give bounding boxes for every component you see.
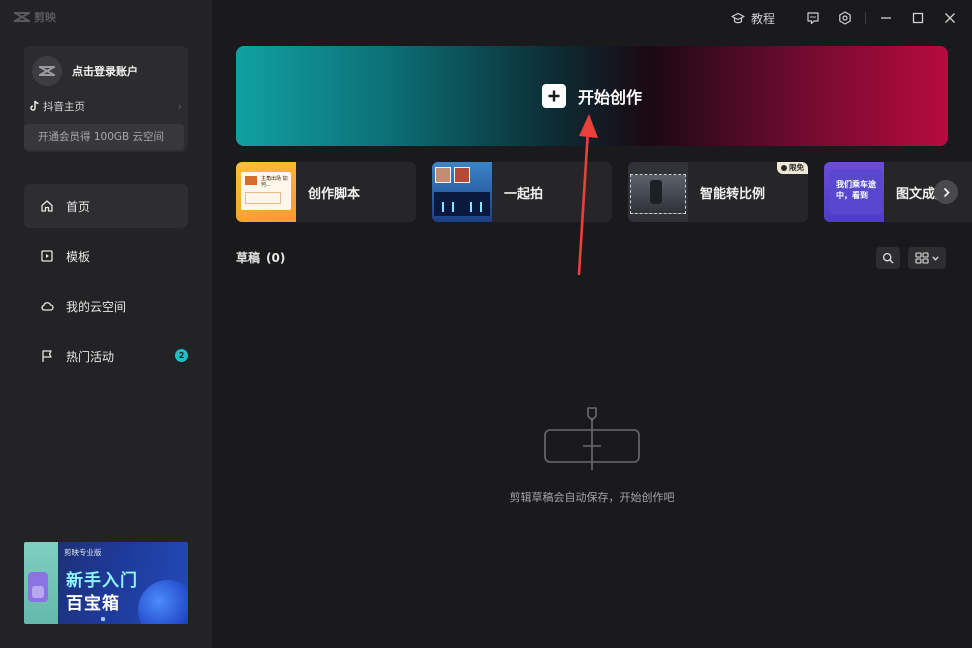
graduation-cap-icon: [731, 12, 745, 23]
douyin-icon: [30, 100, 39, 111]
settings-button[interactable]: [829, 2, 861, 34]
badge-dot-icon: [781, 165, 787, 171]
title-bar: 教程: [731, 0, 972, 36]
promo-side-art: [24, 542, 58, 624]
thumb-light: [480, 202, 482, 212]
thumb-box: [245, 192, 281, 204]
promo-brand: 剪映专业版: [64, 548, 102, 557]
sidebar-nav: 首页 模板 我的云空间 热门活动 2: [24, 184, 188, 384]
thumb-person-2: [454, 167, 470, 183]
douyin-homepage-link[interactable]: 抖音主页 ›: [30, 98, 182, 114]
empty-drafts-illustration: [544, 407, 640, 470]
promo-title-line1: 新手入门: [66, 571, 138, 591]
thumb-caption: 主角出场 如何...: [261, 176, 288, 188]
badge-label: 限免: [789, 163, 804, 172]
start-creation-banner[interactable]: 开始创作: [236, 46, 948, 146]
home-icon: [41, 200, 53, 212]
membership-promo[interactable]: 开通会员得 100GB 云空间: [24, 124, 184, 150]
promo-block-small: [32, 586, 44, 598]
sidebar-item-cloud[interactable]: 我的云空间: [24, 284, 188, 328]
cloud-icon: [41, 302, 54, 311]
tools-scroll-right-button[interactable]: [934, 180, 958, 204]
capcut-avatar-icon: [39, 66, 55, 76]
sidebar-item-label: 热门活动: [66, 349, 115, 364]
ratio-thumbnail: [628, 162, 688, 222]
thumb-person-1: [435, 167, 451, 183]
tool-label: 一起拍: [504, 187, 544, 202]
sidebar-item-events[interactable]: 热门活动 2: [24, 334, 188, 378]
app-name: 剪映: [34, 11, 56, 24]
close-icon: [945, 13, 955, 23]
notification-badge: 2: [175, 349, 188, 362]
drafts-count: (0): [266, 251, 286, 265]
promo-title-line2: 百宝箱: [66, 594, 120, 614]
image-video-thumbnail: 我们乘车途中，看到: [824, 162, 884, 222]
tutorial-label: 教程: [750, 11, 775, 26]
tool-smart-ratio[interactable]: 智能转比例 限免: [628, 162, 808, 222]
script-thumbnail: 主角出场 如何...: [236, 162, 296, 222]
thumb-light: [442, 202, 444, 212]
empty-drafts-message: 剪辑草稿会自动保存，开始创作吧: [509, 491, 675, 504]
flag-icon: [42, 350, 52, 362]
free-badge: 限免: [777, 162, 808, 174]
start-creation-label: 开始创作: [578, 88, 643, 107]
start-creation-content: 开始创作: [542, 84, 642, 108]
minimize-button[interactable]: [870, 2, 902, 34]
promo-blob-art: [138, 580, 188, 624]
maximize-icon: [912, 12, 924, 24]
sidebar-item-home[interactable]: 首页: [24, 184, 188, 228]
drafts-search-button[interactable]: [876, 247, 900, 269]
plus-glyph-icon: [548, 90, 560, 102]
thumb-light: [452, 202, 454, 212]
beginner-promo-banner[interactable]: 剪映专业版 新手入门 百宝箱: [24, 542, 188, 624]
douyin-label: 抖音主页: [43, 100, 85, 113]
avatar[interactable]: [32, 56, 62, 86]
promo-pager-dot: [101, 617, 105, 621]
feedback-icon: [807, 12, 819, 25]
shoot-thumbnail: [432, 162, 492, 222]
drafts-header: 草稿 (0): [236, 249, 285, 266]
tutorial-button[interactable]: 教程: [731, 10, 775, 27]
minimize-icon: [881, 17, 891, 19]
drafts-title: 草稿: [236, 251, 261, 265]
search-icon: [882, 252, 894, 264]
close-button[interactable]: [934, 2, 966, 34]
plus-icon: [542, 84, 566, 108]
thumb-caption: 我们乘车途中，看到: [836, 180, 876, 200]
login-link[interactable]: 点击登录账户: [72, 63, 138, 79]
sidebar-item-label: 首页: [66, 199, 91, 214]
chevron-right-icon: ›: [177, 99, 182, 113]
gear-icon: [839, 11, 851, 25]
sidebar-item-label: 模板: [66, 249, 91, 264]
thumb-photo: [245, 176, 257, 185]
sidebar: 剪映 点击登录账户 抖音主页 › 开通会员得 100GB 云空间 首页 模板 我…: [0, 0, 212, 648]
titlebar-divider: [865, 12, 866, 24]
tool-label: 创作脚本: [308, 187, 361, 202]
sidebar-item-label: 我的云空间: [66, 299, 127, 314]
capcut-logo-icon: [14, 12, 30, 22]
sidebar-item-templates[interactable]: 模板: [24, 234, 188, 278]
feedback-button[interactable]: [797, 2, 829, 34]
tools-row: 主角出场 如何... 创作脚本 一起拍 智能转比例 限免 我们乘车途中，看到 图…: [236, 162, 972, 222]
account-card: 点击登录账户 抖音主页 › 开通会员得 100GB 云空间: [24, 46, 188, 152]
app-logo: 剪映: [14, 9, 56, 25]
tool-create-script[interactable]: 主角出场 如何... 创作脚本: [236, 162, 416, 222]
grid-view-icon: [915, 252, 929, 264]
chevron-right-icon: [943, 187, 950, 197]
maximize-button[interactable]: [902, 2, 934, 34]
tool-shoot-together[interactable]: 一起拍: [432, 162, 612, 222]
thumb-light: [470, 202, 472, 212]
tool-label: 智能转比例: [700, 187, 766, 202]
chevron-down-icon: [932, 255, 939, 261]
template-icon: [41, 250, 53, 262]
view-mode-dropdown[interactable]: [908, 247, 946, 269]
thumb-figure: [650, 180, 662, 204]
